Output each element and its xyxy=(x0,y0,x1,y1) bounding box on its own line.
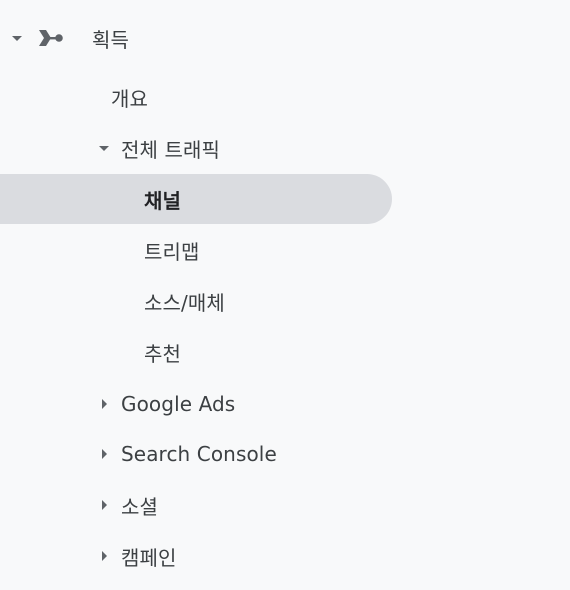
nav-item-label: 추천 xyxy=(144,341,181,366)
acquisition-icon xyxy=(39,30,63,46)
nav-group-search-console[interactable]: Search Console xyxy=(0,429,300,479)
nav-group-all-traffic[interactable]: 전체 트래픽 xyxy=(0,123,300,173)
section-label: 획득 xyxy=(92,27,129,52)
nav-group-campaigns[interactable]: 캠페인 xyxy=(0,531,300,581)
nav-group-label: Search Console xyxy=(121,442,277,466)
nav-item-label: 소스/매체 xyxy=(144,290,225,315)
nav-group-social[interactable]: 소셜 xyxy=(0,480,300,530)
nav-item-label: 채널 xyxy=(144,188,181,213)
caret-right-icon[interactable] xyxy=(102,500,107,510)
nav-item-treemaps[interactable]: 트리맵 xyxy=(0,225,300,275)
nav-section-acquisition[interactable]: 획득 xyxy=(0,13,300,63)
caret-right-icon[interactable] xyxy=(102,551,107,561)
caret-down-icon[interactable] xyxy=(12,36,22,41)
nav-item-channels[interactable]: 채널 xyxy=(0,174,392,224)
nav-item-referrals[interactable]: 추천 xyxy=(0,327,300,377)
nav-group-label: 캠페인 xyxy=(121,545,177,570)
nav-group-label: 소셜 xyxy=(121,494,158,519)
nav-item-label: 트리맵 xyxy=(144,239,200,264)
nav-item-overview[interactable]: 개요 xyxy=(0,72,300,122)
nav-group-label: 전체 트래픽 xyxy=(121,137,220,162)
nav-item-label: 개요 xyxy=(111,86,148,111)
nav-group-label: Google Ads xyxy=(121,392,236,416)
caret-right-icon[interactable] xyxy=(102,399,107,409)
caret-down-icon[interactable] xyxy=(99,146,109,151)
nav-group-google-ads[interactable]: Google Ads xyxy=(0,379,300,429)
caret-right-icon[interactable] xyxy=(102,449,107,459)
nav-item-source-medium[interactable]: 소스/매체 xyxy=(0,276,300,326)
